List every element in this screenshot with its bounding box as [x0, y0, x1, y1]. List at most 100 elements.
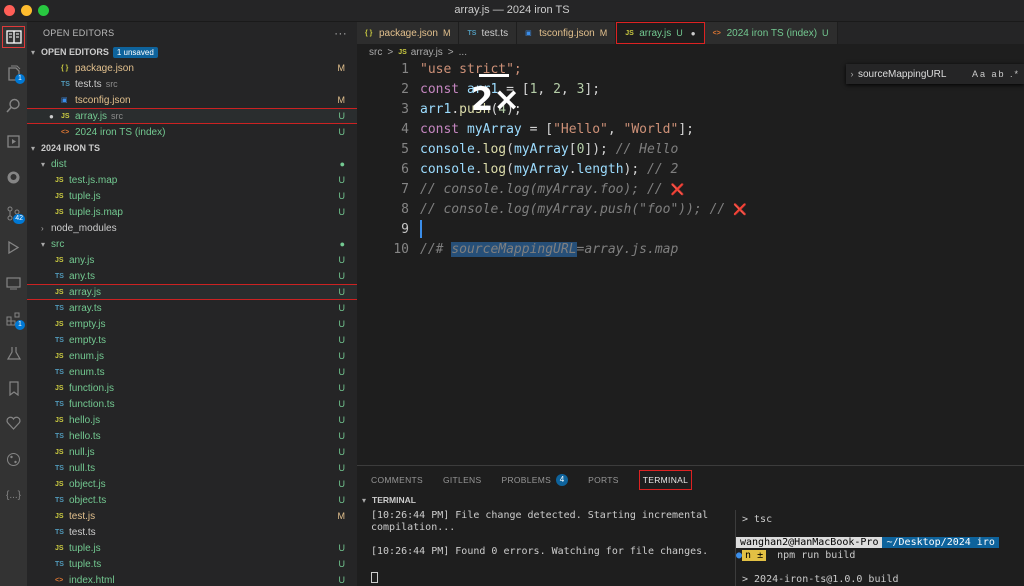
braces-icon[interactable]: {...} — [2, 484, 25, 506]
code-token: [ — [568, 142, 577, 157]
file-name: tsconfig.json — [75, 94, 131, 106]
file-tree-item[interactable]: JS null.js U — [27, 444, 357, 460]
code-line[interactable]: const myArray = ["Hello", "World"]; — [420, 120, 694, 140]
github-icon[interactable] — [2, 166, 25, 188]
file-name: empty.js — [69, 318, 106, 330]
folder-node-modules[interactable]: › node_modules — [27, 220, 357, 236]
panel-tab-label: TERMINAL — [642, 474, 689, 485]
tab-tsconfig-json[interactable]: ▣ tsconfig.json M — [517, 22, 617, 44]
tab-label: 2024 iron TS (index) — [726, 27, 818, 39]
git-status: U — [338, 351, 346, 361]
bookmark-icon[interactable] — [2, 377, 25, 399]
code-token: //# — [420, 242, 452, 257]
remote-icon[interactable] — [2, 272, 25, 294]
file-tree-item[interactable]: JS test.js.map U — [27, 172, 357, 188]
tab-2024-iron-ts-index-[interactable]: <> 2024 iron TS (index) U — [704, 22, 838, 44]
breadcrumb-folder[interactable]: src — [369, 47, 382, 58]
folder-src[interactable]: ▾ src ● — [27, 236, 357, 252]
git-graph-icon[interactable] — [2, 448, 25, 470]
tab-test-ts[interactable]: TS test.ts — [459, 22, 518, 44]
search-icon[interactable] — [2, 94, 25, 116]
debug-icon[interactable] — [2, 236, 25, 258]
file-tree-item[interactable]: JS function.js U — [27, 380, 357, 396]
terminal-section-header[interactable]: ▾ TERMINAL — [357, 493, 1024, 507]
file-tree-item[interactable]: TS tuple.ts U — [27, 556, 357, 572]
files-icon[interactable]: 1 — [2, 62, 25, 84]
code-line[interactable]: console.log(myArray.length); // 2 — [420, 160, 678, 180]
folder-dist[interactable]: ▾ dist ● — [27, 156, 357, 172]
file-tree-item[interactable]: TS test.ts — [27, 524, 357, 540]
dirty-dot-icon[interactable]: ● — [49, 112, 54, 121]
file-tree-item[interactable]: JS any.js U — [27, 252, 357, 268]
source-control-icon[interactable]: 42 — [2, 202, 25, 224]
file-tree-item[interactable]: TS enum.ts U — [27, 364, 357, 380]
code-line[interactable]: // console.log(myArray.push("foo")); // … — [420, 200, 747, 220]
breadcrumb-more[interactable]: ... — [459, 47, 467, 58]
find-input[interactable]: sourceMappingURL — [858, 69, 946, 80]
heart-icon[interactable] — [2, 412, 25, 434]
find-options[interactable]: Aa ab .* — [972, 69, 1020, 79]
terminal-build[interactable]: > tsc wanghan2@HanMacBook-Pro ~/Desktop/2… — [735, 510, 1024, 586]
file-tree-item[interactable]: JS test.js M — [27, 508, 357, 524]
git-status: U — [338, 367, 346, 377]
file-tree-item[interactable]: TS object.ts U — [27, 492, 357, 508]
more-actions-icon[interactable]: ··· — [334, 26, 347, 40]
code-token: const — [420, 82, 467, 97]
file-tree-item[interactable]: TS function.ts U — [27, 396, 357, 412]
code-token: ]); — [584, 142, 616, 157]
tab-package-json[interactable]: { } package.json M — [357, 22, 460, 44]
file-tree-item[interactable]: TS hello.ts U — [27, 428, 357, 444]
code-line[interactable]: console.log(myArray[0]); // Hello — [420, 140, 678, 160]
panel-tab-gitlens[interactable]: GITLENS — [443, 475, 481, 485]
file-tree-item[interactable]: TS null.ts U — [27, 460, 357, 476]
panel-tab-comments[interactable]: COMMENTS — [371, 475, 423, 485]
open-editor-item[interactable]: <> 2024 iron TS (index) U — [27, 124, 357, 140]
run-icon[interactable] — [2, 130, 25, 152]
terminal-prompt: wanghan2@HanMacBook-Pro ~/Desktop/2024 ir… — [736, 537, 999, 548]
tab-array-js[interactable]: JS array.js U ● — [616, 22, 705, 44]
file-tree-item[interactable]: JS array.js U — [27, 284, 357, 300]
chevron-down-icon: ▾ — [31, 47, 36, 57]
file-tree-item[interactable]: JS tuple.js.map U — [27, 204, 357, 220]
open-editor-item[interactable]: TS test.ts src — [27, 76, 357, 92]
project-section[interactable]: ▾ 2024 IRON TS — [27, 140, 357, 156]
file-tree-item[interactable]: <> index.html U — [27, 572, 357, 586]
tab-label: array.js — [639, 27, 672, 39]
terminal-line: [10:26:44 PM] File change detected. Star… — [371, 510, 709, 533]
prompt-path: ~/Desktop/2024 iro — [882, 537, 999, 548]
file-tree-item[interactable]: JS object.js U — [27, 476, 357, 492]
open-editor-item[interactable]: ● JS array.js src U — [27, 108, 357, 124]
file-tree-item[interactable]: JS hello.js U — [27, 412, 357, 428]
breadcrumb-file[interactable]: array.js — [411, 47, 443, 58]
terminal-watch-output[interactable]: [10:26:44 PM] File change detected. Star… — [371, 510, 741, 586]
code-editor[interactable]: 1 2 3 4 5 6 7 8 9 10 "use strict"; const arr1 = [1… — [357, 60, 1024, 465]
open-editors-section[interactable]: ▾ OPEN EDITORS 1 unsaved — [27, 44, 357, 60]
js-file-icon: JS — [55, 352, 64, 360]
folder-name: node_modules — [51, 222, 117, 234]
file-tree-item[interactable]: TS any.ts U — [27, 268, 357, 284]
code-line[interactable]: // console.log(myArray.foo); // ❌ — [420, 180, 684, 200]
flask-icon[interactable] — [2, 342, 25, 364]
extensions-icon[interactable]: 1 — [2, 308, 25, 330]
panel-tab-ports[interactable]: PORTS — [588, 475, 619, 485]
line-number: 9 — [401, 222, 409, 237]
file-tree-item[interactable]: TS empty.ts U — [27, 332, 357, 348]
code-line[interactable]: //# sourceMappingURL=array.js.map — [420, 240, 678, 260]
code-token: // Hello — [615, 142, 679, 157]
panel-tab-terminal[interactable]: TERMINAL — [638, 469, 693, 490]
terminal-command: npm run build — [777, 550, 856, 561]
file-tree-item[interactable]: JS enum.js U — [27, 348, 357, 364]
find-widget[interactable]: › sourceMappingURL Aa ab .* — [846, 64, 1024, 84]
open-editor-item[interactable]: ▣ tsconfig.json M — [27, 92, 357, 108]
file-tree-item[interactable]: JS tuple.js U — [27, 540, 357, 556]
panel-tab-problems[interactable]: PROBLEMS 4 — [501, 473, 569, 486]
file-tree-item[interactable]: TS array.ts U — [27, 300, 357, 316]
chevron-right-icon[interactable]: › — [846, 69, 858, 79]
file-tree-item[interactable]: JS empty.js U — [27, 316, 357, 332]
dirty-dot-icon[interactable]: ● — [691, 29, 696, 38]
file-tree-item[interactable]: JS tuple.js U — [27, 188, 357, 204]
open-editor-item[interactable]: { } package.json M — [27, 60, 357, 76]
git-status: U — [338, 287, 346, 297]
explorer-icon[interactable] — [2, 26, 25, 48]
breadcrumb-separator: > — [387, 46, 394, 58]
